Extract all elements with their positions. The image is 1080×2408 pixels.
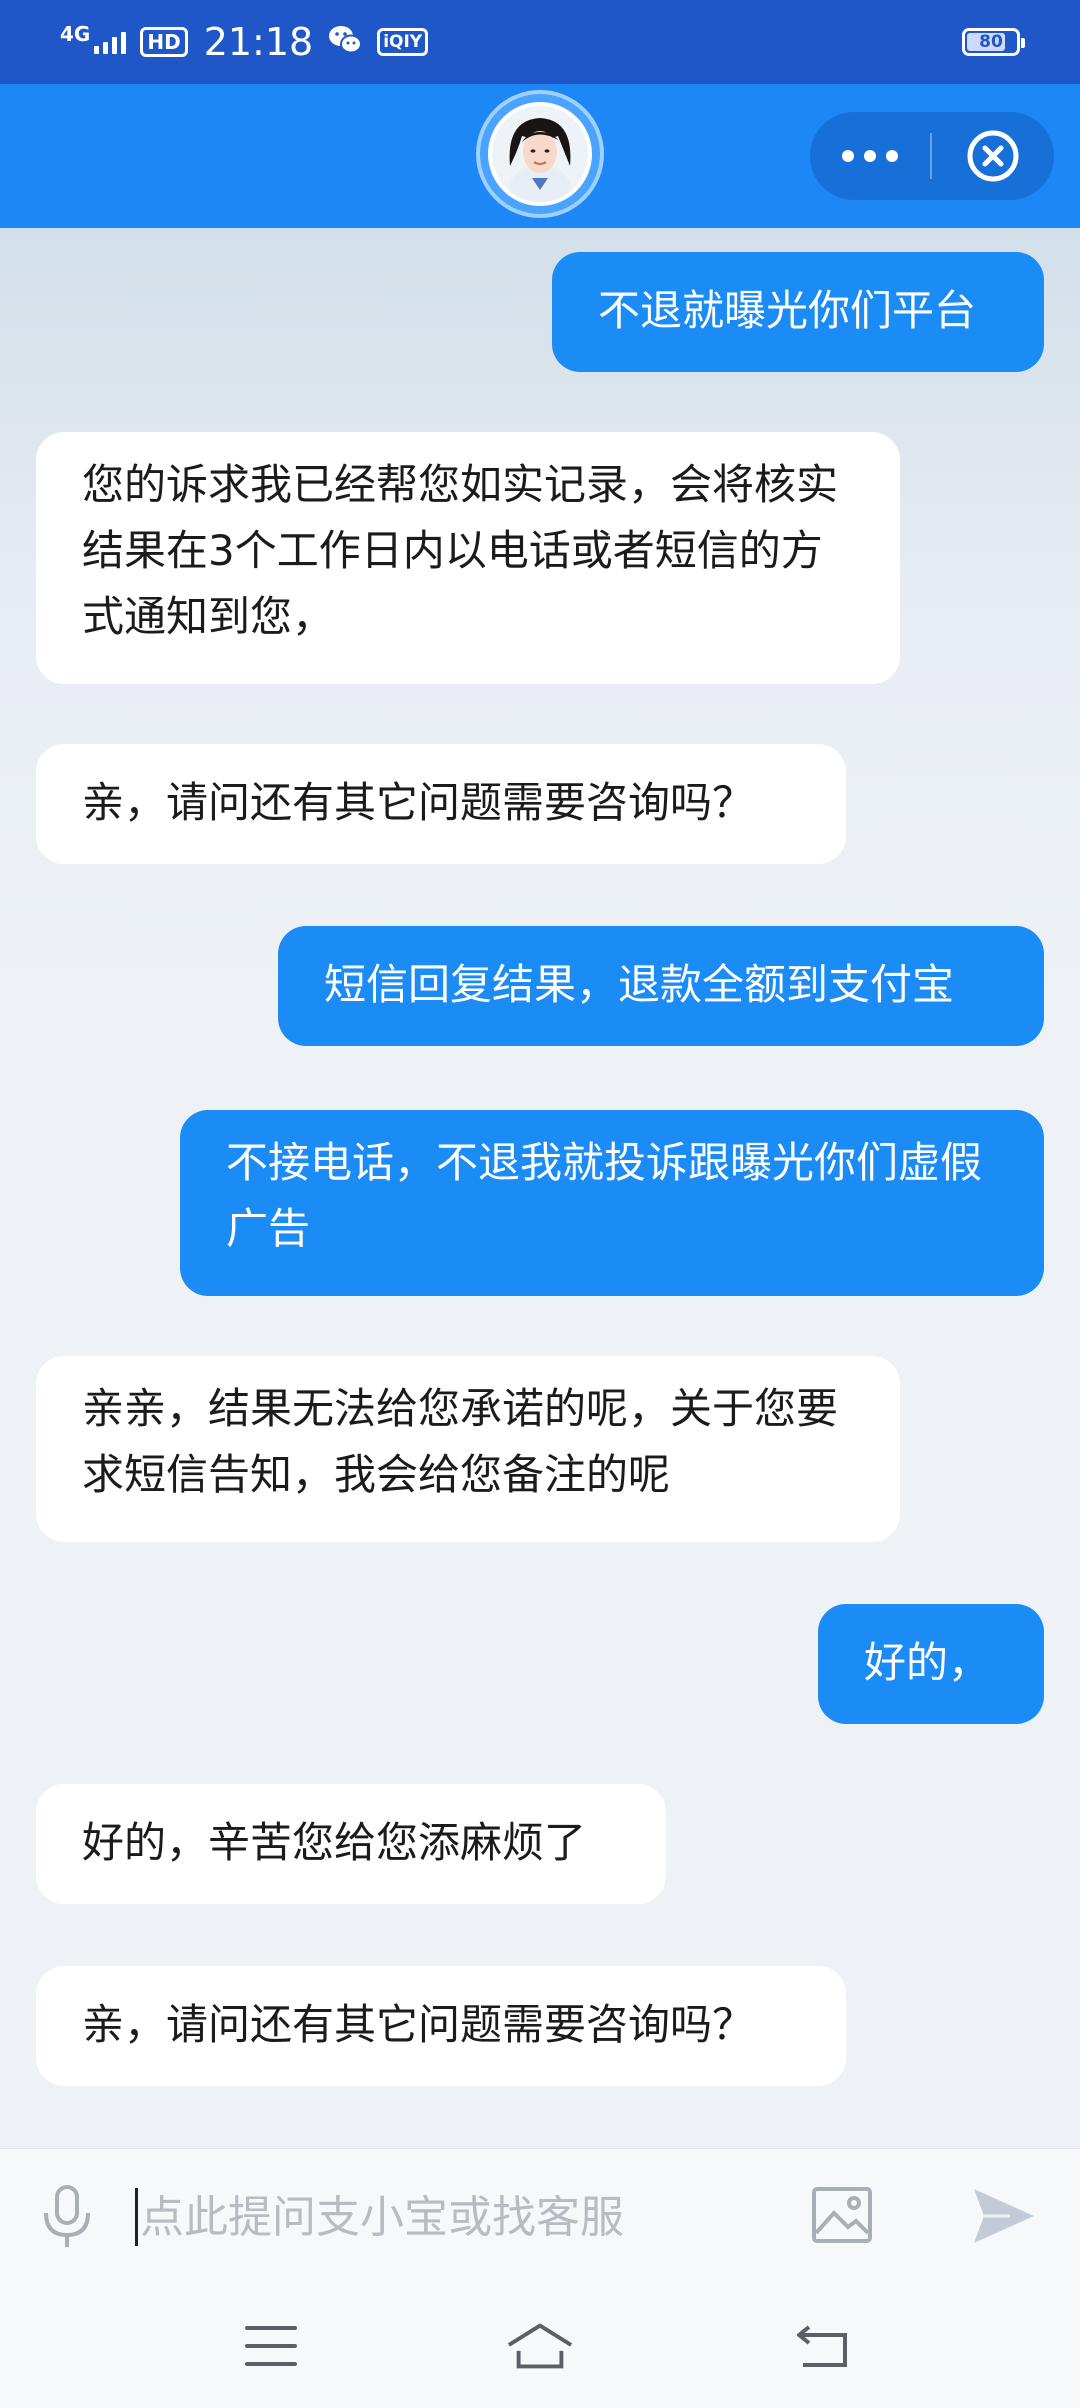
more-button[interactable]: [810, 112, 930, 200]
outgoing-message[interactable]: 不退就曝光你们平台: [552, 252, 1044, 372]
incoming-message[interactable]: 您的诉求我已经帮您如实记录，会将核实结果在3个工作日内以电话或者短信的方式通知到…: [36, 432, 900, 684]
voice-button[interactable]: [38, 2183, 96, 2255]
microphone-icon: [44, 2185, 90, 2247]
input-bar: [0, 2148, 1080, 2284]
chat-header: [0, 84, 1080, 228]
status-time: 21:18: [203, 20, 314, 64]
close-button[interactable]: [932, 112, 1054, 200]
incoming-message[interactable]: 好的，辛苦您给您添麻烦了: [36, 1784, 666, 1904]
status-bar: 4G HD 21:18 iQIY 80: [0, 0, 1080, 84]
avatar-image: [488, 102, 592, 206]
back-button[interactable]: [788, 2316, 858, 2376]
signal-strength-icon: [94, 30, 127, 54]
chat-messages[interactable]: 不退就曝光你们平台 您的诉求我已经帮您如实记录，会将核实结果在3个工作日内以电话…: [0, 228, 1080, 2148]
assistant-avatar[interactable]: [476, 90, 604, 218]
battery-percent: 80: [979, 32, 1003, 52]
network-type: 4G: [60, 22, 91, 46]
system-nav-bar: [0, 2284, 1080, 2408]
outgoing-message[interactable]: 短信回复结果，退款全额到支付宝: [278, 926, 1044, 1046]
text-cursor: [135, 2188, 138, 2246]
image-icon: [812, 2187, 872, 2243]
send-button[interactable]: [970, 2185, 1038, 2251]
iqiyi-app-icon: iQIY: [377, 28, 429, 56]
home-icon: [507, 2323, 573, 2369]
incoming-message[interactable]: 亲亲，结果无法给您承诺的呢，关于您要求短信告知，我会给您备注的呢: [36, 1356, 900, 1542]
back-icon: [797, 2325, 847, 2367]
battery-icon: 80: [962, 28, 1025, 56]
menu-icon: [245, 2326, 297, 2366]
menu-button[interactable]: [236, 2316, 306, 2376]
question-input[interactable]: [140, 2173, 760, 2261]
outgoing-message[interactable]: 好的，: [818, 1604, 1044, 1724]
image-button[interactable]: [810, 2185, 874, 2249]
close-circle-icon: [967, 130, 1019, 182]
wechat-icon: [327, 24, 363, 60]
home-button[interactable]: [505, 2316, 575, 2376]
outgoing-message[interactable]: 不接电话，不退我就投诉跟曝光你们虚假广告: [180, 1110, 1044, 1296]
more-dots-icon: [842, 150, 898, 162]
status-left-group: 4G HD 21:18 iQIY: [60, 20, 429, 64]
send-icon: [974, 2189, 1034, 2243]
incoming-message[interactable]: 亲，请问还有其它问题需要咨询吗？: [36, 744, 846, 864]
hd-badge: HD: [140, 27, 188, 57]
mini-program-capsule: [810, 112, 1054, 200]
network-indicator: 4G: [60, 24, 127, 54]
incoming-message[interactable]: 亲，请问还有其它问题需要咨询吗？: [36, 1966, 846, 2086]
